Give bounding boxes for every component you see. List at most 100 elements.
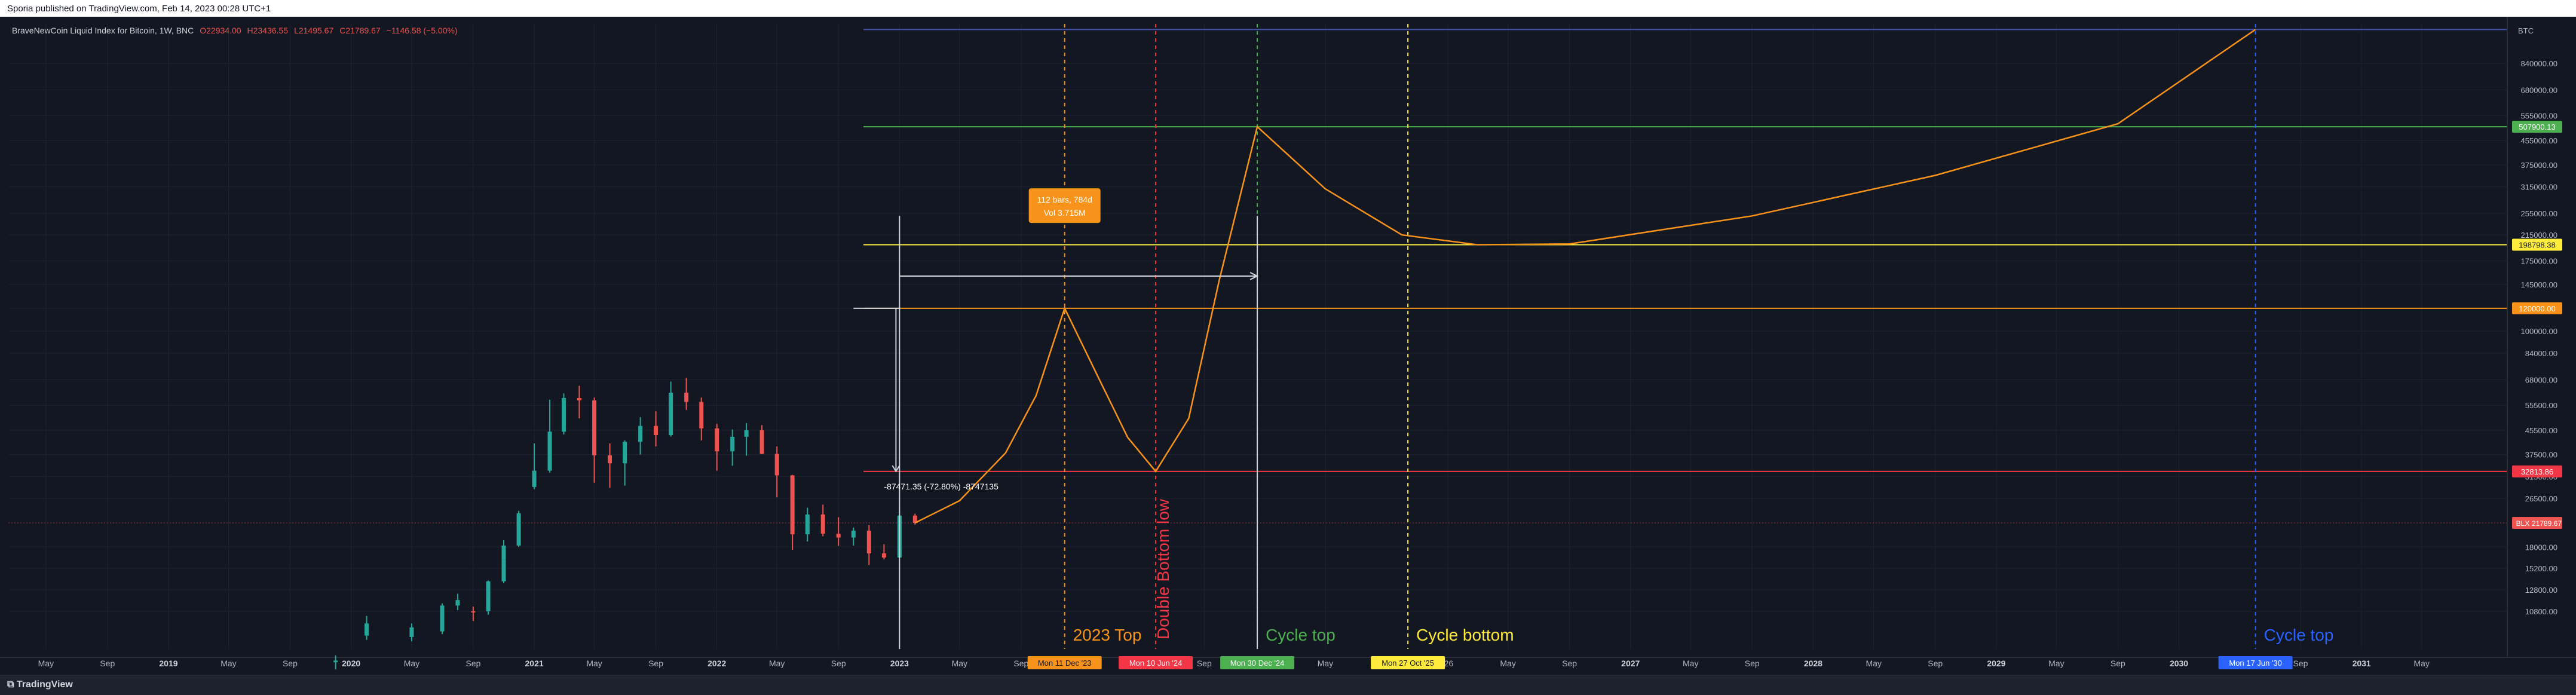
candle-body xyxy=(333,660,338,663)
price-tick-label: 680000.00 xyxy=(2521,86,2557,95)
time-tick-label: Sep xyxy=(1197,659,1212,668)
candle-body xyxy=(805,514,810,535)
legend-value: L21495.67 xyxy=(294,26,333,35)
candle-body xyxy=(532,470,537,487)
candle-body xyxy=(409,627,414,637)
candle-body xyxy=(669,393,673,436)
time-tick-label: Sep xyxy=(648,659,663,668)
time-tick-label: Sep xyxy=(465,659,480,668)
event-date-tag-label: Mon 11 Dec '23 xyxy=(1038,659,1092,668)
time-tick-label: 2029 xyxy=(1987,659,2005,668)
candle-body xyxy=(501,545,506,560)
time-tick-label: May xyxy=(1866,659,1881,668)
time-tick-label: 2027 xyxy=(1621,659,1640,668)
price-tick-label: 12800.00 xyxy=(2525,586,2557,595)
event-date-tag-label: Mon 30 Dec '24 xyxy=(1230,659,1285,668)
candle-body xyxy=(577,398,581,401)
price-tick-label: 375000.00 xyxy=(2521,161,2557,170)
candle-body xyxy=(820,514,825,534)
candle-body xyxy=(715,428,719,452)
legend-value: O22934.00 xyxy=(200,26,241,35)
price-tick-label: 18000.00 xyxy=(2525,543,2557,552)
candle-body xyxy=(851,530,856,538)
tv-logo-icon: ⧉ xyxy=(7,679,17,690)
candle-body xyxy=(561,398,566,432)
price-tick-label: 55500.00 xyxy=(2525,401,2557,410)
event-label: Cycle top xyxy=(2264,626,2334,644)
candle-body xyxy=(471,611,476,613)
candle-body xyxy=(455,600,460,606)
time-tick-label: May xyxy=(220,659,236,668)
price-tick-label: 68000.00 xyxy=(2525,375,2557,384)
candle-body xyxy=(759,430,764,454)
time-tick-label: May xyxy=(2048,659,2064,668)
price-tick-label: 100000.00 xyxy=(2521,327,2557,336)
candle-body xyxy=(744,430,749,437)
candle-body xyxy=(623,442,627,464)
legend-symbol: BraveNewCoin Liquid Index for Bitcoin, 1… xyxy=(12,26,194,35)
legend-value: −1146.58 (−5.00%) xyxy=(387,26,458,35)
candle-body xyxy=(774,454,779,476)
time-tick-label: May xyxy=(952,659,967,668)
price-tick-label: 315000.00 xyxy=(2521,183,2557,192)
candle-body xyxy=(654,425,658,436)
candle-body xyxy=(684,393,689,402)
time-tick-label: 2019 xyxy=(159,659,177,668)
price-tick-label: 840000.00 xyxy=(2521,59,2557,68)
candle-body xyxy=(608,455,612,464)
price-level-tag-label: 32813.86 xyxy=(2521,467,2553,476)
time-tick-label: 2030 xyxy=(2170,659,2188,668)
price-level-tag-label: 507900.13 xyxy=(2519,123,2555,131)
time-tick-label: May xyxy=(1318,659,1333,668)
candle-body xyxy=(790,475,795,535)
time-tick-label: Sep xyxy=(1562,659,1577,668)
time-tick-label: May xyxy=(1683,659,1698,668)
time-tick-label: 2022 xyxy=(707,659,726,668)
event-label: 2023 Top xyxy=(1073,626,1142,644)
event-date-tag-label: Mon 27 Oct '25 xyxy=(1382,659,1434,668)
candle-body xyxy=(836,534,841,538)
candle-body xyxy=(440,605,445,632)
event-label: Cycle bottom xyxy=(1416,626,1514,644)
price-chart[interactable]: BraveNewCoin Liquid Index for Bitcoin, 1… xyxy=(0,17,2576,675)
time-tick-label: May xyxy=(404,659,419,668)
price-tick-label: 10800.00 xyxy=(2525,607,2557,616)
time-tick-label: 2028 xyxy=(1804,659,1823,668)
published-text: Sporia published on TradingView.com, Feb… xyxy=(7,4,271,14)
candle-body xyxy=(730,436,735,452)
price-tick-label: 255000.00 xyxy=(2521,209,2557,218)
measure-label: -87471.35 (-72.80%) -8747135 xyxy=(884,482,998,491)
time-tick-label: Sep xyxy=(1013,659,1028,668)
time-tick-label: Sep xyxy=(283,659,298,668)
price-level-tag-label: 198798.38 xyxy=(2519,241,2555,250)
time-tick-label: Sep xyxy=(100,659,115,668)
time-tick-label: Sep xyxy=(831,659,846,668)
time-tick-label: May xyxy=(38,659,54,668)
event-date-tag-label: Mon 10 Jun '24 xyxy=(1129,659,1183,668)
candle-body xyxy=(699,402,704,428)
time-tick-label: May xyxy=(586,659,602,668)
event-date-tag-label: Mon 17 Jun '30 xyxy=(2229,659,2282,668)
tradingview-logo[interactable]: ⧉ TradingView xyxy=(7,679,73,690)
price-tick-label: 37500.00 xyxy=(2525,451,2557,460)
price-tick-label: 455000.00 xyxy=(2521,136,2557,145)
time-tick-label: 2020 xyxy=(342,659,360,668)
time-tick-label: Sep xyxy=(2111,659,2125,668)
time-tick-label: Sep xyxy=(1928,659,1943,668)
footer-bar: ⧉ TradingView xyxy=(0,675,2576,695)
time-tick-label: 2031 xyxy=(2353,659,2371,668)
price-tick-label: 84000.00 xyxy=(2525,349,2557,358)
event-label: Double Bottom low xyxy=(1154,498,1172,639)
last-price-tag-value: 21789.67 xyxy=(2532,519,2562,528)
price-tick-label: 215000.00 xyxy=(2521,231,2557,240)
price-tick-label: 175000.00 xyxy=(2521,256,2557,265)
candle-body xyxy=(486,581,491,596)
range-info-volume: Vol 3.715M xyxy=(1044,208,1086,218)
time-tick-label: May xyxy=(769,659,785,668)
time-tick-label: Sep xyxy=(1745,659,1760,668)
time-tick-label: May xyxy=(1500,659,1515,668)
candle-body xyxy=(486,596,491,611)
price-tick-label: 15200.00 xyxy=(2525,564,2557,573)
time-tick-label: Sep xyxy=(2293,659,2308,668)
candle-body xyxy=(592,400,597,455)
